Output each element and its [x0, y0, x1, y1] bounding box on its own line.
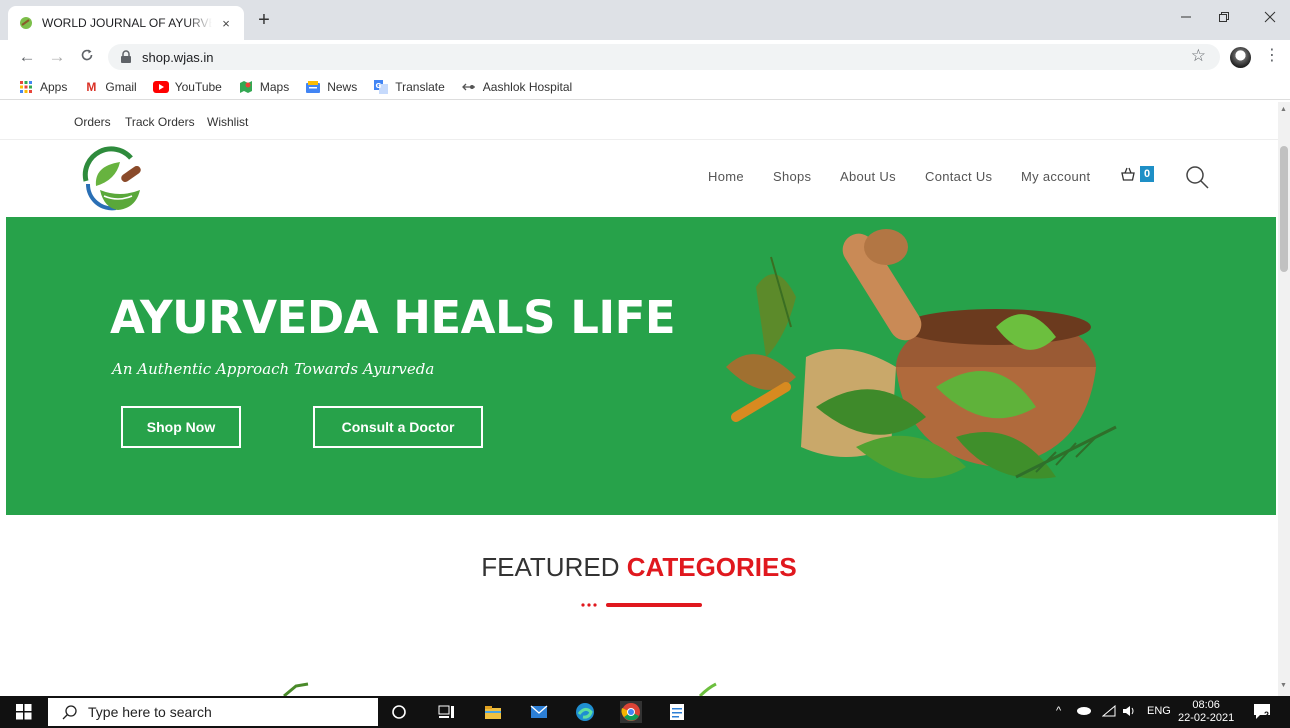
search-icon [62, 705, 77, 720]
tab-close-icon[interactable]: × [218, 16, 234, 31]
url-text: shop.wjas.in [142, 49, 214, 65]
forward-arrow-icon[interactable]: → [46, 46, 68, 68]
reload-icon[interactable] [76, 46, 98, 68]
network-icon[interactable] [1101, 704, 1116, 720]
back-arrow-icon[interactable]: ← [16, 46, 38, 68]
windows-start-icon[interactable] [0, 696, 48, 728]
minimize-icon[interactable] [1176, 10, 1196, 26]
herbs-mortar-image [726, 229, 1117, 479]
onedrive-icon[interactable] [1076, 705, 1092, 718]
bookmark-gmail[interactable]: M Gmail [83, 80, 136, 94]
svg-text:G: G [376, 82, 382, 90]
hospital-icon [461, 80, 477, 94]
scroll-up-icon[interactable]: ▲ [1280, 106, 1287, 113]
scroll-down-icon[interactable]: ▼ [1280, 682, 1287, 689]
browser-tab-strip: WORLD JOURNAL OF AYURVEDA SCIENCE × + [0, 0, 1290, 40]
category-image-peek [283, 682, 309, 696]
nav-my-account[interactable]: My account [1021, 169, 1090, 184]
mail-icon[interactable] [528, 701, 550, 723]
bookmark-label: Apps [40, 79, 68, 94]
bookmarks-bar: Apps M Gmail YouTube Maps News G Transla… [0, 74, 1290, 100]
site-top-links: Orders Track Orders Wishlist [0, 102, 1278, 140]
browser-toolbar: ← → shop.wjas.in ☆ ⋮ [0, 40, 1290, 74]
address-bar[interactable]: shop.wjas.in ☆ [108, 44, 1220, 70]
profile-avatar[interactable] [1230, 47, 1251, 68]
bookmark-apps[interactable]: Apps [18, 80, 67, 94]
news-icon [305, 80, 321, 94]
windows-taskbar: Type here to search ^ ENG 08:06 22-02-20… [0, 696, 1290, 728]
edge-browser-icon[interactable] [574, 701, 596, 723]
bookmark-youtube[interactable]: YouTube [152, 79, 222, 94]
site-header: Home Shops About Us Contact Us My accoun… [0, 140, 1278, 218]
hero-title: AYURVEDA HEALS LIFE [110, 291, 676, 344]
file-explorer-icon[interactable] [482, 701, 504, 723]
bookmark-label: Translate [395, 79, 445, 94]
new-tab-button[interactable]: + [254, 10, 274, 30]
featured-categories-heading: FEATURED CATEGORIES [0, 552, 1278, 583]
track-orders-link[interactable]: Track Orders [125, 115, 195, 129]
maps-icon [238, 80, 254, 94]
taskbar-search-placeholder: Type here to search [88, 704, 212, 720]
bookmark-label: Gmail [105, 79, 137, 94]
tray-chevron-icon[interactable]: ^ [1056, 705, 1061, 717]
cart-button[interactable]: 0 [1120, 166, 1155, 182]
chrome-menu-icon[interactable]: ⋮ [1264, 45, 1280, 65]
shop-now-button[interactable]: Shop Now [121, 406, 241, 448]
tab-title: WORLD JOURNAL OF AYURVEDA SCIENCE [42, 16, 212, 30]
nav-contact-us[interactable]: Contact Us [925, 169, 992, 184]
bookmark-translate[interactable]: G Translate [373, 79, 445, 94]
cortana-icon[interactable] [388, 701, 410, 723]
nav-home[interactable]: Home [708, 169, 744, 184]
bookmark-aashlok-hospital[interactable]: Aashlok Hospital [461, 80, 572, 94]
bookmark-label: Maps [259, 79, 290, 94]
restore-icon[interactable] [1214, 10, 1234, 26]
notepad-icon[interactable] [666, 701, 688, 723]
cart-count-badge: 0 [1140, 166, 1155, 182]
bookmark-news[interactable]: News [305, 80, 357, 94]
clock-time: 08:06 [1192, 699, 1220, 711]
orders-link[interactable]: Orders [74, 115, 111, 129]
bookmark-label: YouTube [174, 79, 222, 94]
browser-tab[interactable]: WORLD JOURNAL OF AYURVEDA SCIENCE × [8, 6, 244, 40]
task-view-icon[interactable] [436, 701, 458, 723]
bookmark-label: News [327, 79, 358, 94]
hero-subtitle: An Authentic Approach Towards Ayurveda [112, 360, 435, 378]
chrome-browser-icon[interactable] [620, 701, 642, 723]
site-favicon-icon [18, 15, 34, 31]
bookmark-label: Aashlok Hospital [482, 79, 573, 94]
hero-banner: AYURVEDA HEALS LIFE An Authentic Approac… [6, 217, 1276, 515]
volume-icon[interactable] [1122, 705, 1136, 720]
consult-doctor-button[interactable]: Consult a Doctor [313, 406, 483, 448]
lock-icon [121, 50, 131, 63]
taskbar-search-input[interactable]: Type here to search [48, 698, 378, 726]
heading-divider [581, 603, 702, 607]
featured-accent: CATEGORIES [626, 552, 797, 582]
shopping-bag-icon [1121, 167, 1135, 181]
search-icon[interactable] [1184, 164, 1210, 195]
taskbar-clock[interactable]: 08:06 22-02-2021 [1178, 699, 1234, 725]
youtube-icon [152, 80, 169, 94]
gmail-icon: M [86, 79, 97, 94]
page-viewport: Orders Track Orders Wishlist Home Shops … [0, 102, 1278, 696]
apps-grid-icon [18, 80, 34, 94]
notifications-icon[interactable]: 2 [1252, 701, 1274, 723]
scroll-thumb[interactable] [1280, 146, 1288, 272]
wishlist-link[interactable]: Wishlist [207, 115, 248, 129]
translate-icon: G [373, 79, 389, 94]
bookmark-maps[interactable]: Maps [238, 80, 289, 94]
nav-about-us[interactable]: About Us [840, 169, 896, 184]
bookmark-star-icon[interactable]: ☆ [1191, 46, 1206, 66]
featured-lead: FEATURED [481, 552, 620, 582]
nav-shops[interactable]: Shops [773, 169, 811, 184]
clock-date: 22-02-2021 [1178, 712, 1235, 724]
category-image-peek [698, 682, 717, 696]
page-scrollbar[interactable]: ▲ ▼ [1278, 102, 1290, 696]
site-logo[interactable] [76, 146, 156, 216]
notification-count: 2 [1264, 710, 1270, 720]
close-window-icon[interactable] [1260, 10, 1280, 26]
input-language[interactable]: ENG [1147, 705, 1171, 717]
